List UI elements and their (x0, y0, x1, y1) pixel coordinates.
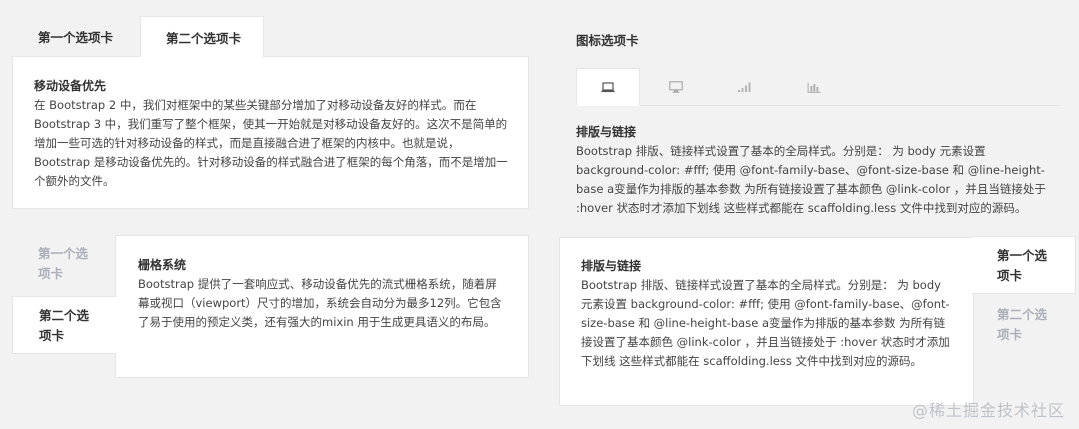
panel-title: 移动设备优先 (34, 79, 107, 93)
icon-tab-panel: 排版与链接 Bootstrap 排版、链接样式设置了基本的全局样式。分别是： 为… (576, 123, 1061, 218)
panel-title: 排版与链接 (576, 125, 637, 139)
tab-panel-typography: 排版与链接 Bootstrap 排版、链接样式设置了基本的全局样式。分别是： 为… (559, 237, 974, 406)
tab-first[interactable]: 第一个选项卡 (972, 236, 1076, 294)
tab-second[interactable]: 第二个选项卡 (12, 296, 117, 354)
panel-title: 栅格系统 (138, 258, 187, 272)
tab-first[interactable]: 第一个选项卡 (14, 240, 114, 290)
icon-tab-signal[interactable] (710, 68, 778, 106)
icon-tab-desktop[interactable] (642, 68, 710, 106)
desktop-icon (669, 81, 683, 93)
icon-tabs-heading: 图标选项卡 (576, 33, 639, 48)
icon-tab-bar-chart[interactable] (780, 68, 848, 106)
panel-title: 排版与链接 (581, 259, 642, 273)
panel-text: Bootstrap 排版、链接样式设置了基本的全局样式。分别是： 为 body … (576, 144, 1046, 215)
watermark: @稀土掘金技术社区 (911, 401, 1065, 420)
tab-first[interactable]: 第一个选项卡 (14, 16, 138, 56)
laptop-icon (601, 81, 615, 92)
tab-second[interactable]: 第二个选项卡 (140, 16, 264, 57)
panel-text: 在 Bootstrap 2 中，我们对框架中的某些关键部分增加了对移动设备友好的… (34, 98, 508, 188)
panel-text: Bootstrap 提供了一套响应式、移动设备优先的流式栅格系统，随着屏幕或视口… (138, 277, 502, 329)
signal-icon (737, 82, 750, 92)
panel-text: Bootstrap 排版、链接样式设置了基本的全局样式。分别是： 为 body … (581, 278, 950, 368)
icon-tab-laptop[interactable] (576, 68, 640, 106)
tab-panel-mobile-first: 移动设备优先 在 Bootstrap 2 中，我们对框架中的某些关键部分增加了对… (12, 56, 529, 209)
bar-chart-icon (807, 82, 821, 93)
tab-second[interactable]: 第二个选项卡 (974, 298, 1074, 348)
tab-panel-grid-system: 栅格系统 Bootstrap 提供了一套响应式、移动设备优先的流式栅格系统，随着… (115, 235, 529, 378)
